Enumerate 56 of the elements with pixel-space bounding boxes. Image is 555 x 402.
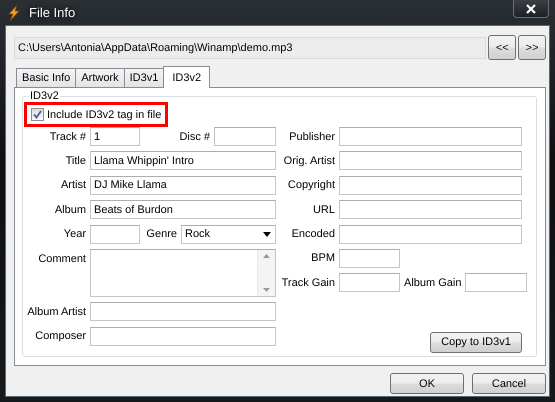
field-label: BPM (310, 252, 335, 264)
window-title: File Info (29, 5, 76, 20)
text-field[interactable] (339, 127, 522, 146)
field-label: Track Gain (281, 276, 335, 289)
checkbox[interactable] (31, 108, 44, 121)
close-icon[interactable] (526, 4, 536, 14)
scroll-up-icon[interactable] (263, 254, 270, 258)
field-label: Publisher (288, 130, 335, 142)
tab[interactable]: Artwork (75, 68, 125, 87)
dialog-button[interactable]: OK (390, 373, 464, 394)
tab[interactable]: ID3v2 (163, 66, 210, 88)
field-label: Orig. Artist (282, 154, 335, 167)
field-label: Comment (37, 252, 86, 265)
text-field[interactable]: Beats of Burdon (90, 200, 276, 220)
field-label: Composer (34, 330, 86, 342)
dropdown[interactable]: Rock (181, 224, 276, 244)
nav-button[interactable]: << (488, 35, 516, 60)
text-field[interactable] (339, 273, 400, 292)
field-label: Album Gain (404, 276, 462, 289)
text-field[interactable] (339, 200, 522, 220)
text-field[interactable]: 1 (90, 127, 140, 146)
tab[interactable]: ID3v1 (124, 68, 164, 87)
copy-button[interactable]: Copy to ID3v1 (430, 332, 522, 353)
text-field[interactable] (339, 248, 400, 268)
field-label: Album (54, 204, 86, 216)
text-field[interactable] (465, 273, 528, 292)
field-label: Year (62, 228, 86, 240)
field-label: Encoded (290, 228, 335, 240)
tab[interactable]: Basic Info (16, 68, 76, 87)
nav-button[interactable]: >> (518, 35, 546, 60)
text-field[interactable] (339, 224, 522, 244)
text-field[interactable] (90, 224, 140, 244)
close-button[interactable] (513, 0, 549, 18)
field-label: Album Artist (26, 306, 86, 318)
text-field[interactable]: DJ Mike Llama (90, 176, 276, 195)
dialog-button[interactable]: Cancel (472, 373, 546, 394)
text-field[interactable]: Llama Whippin' Intro (90, 151, 276, 170)
field-label: Track # (48, 130, 86, 142)
text-field[interactable] (90, 326, 276, 346)
group-title: ID3v2 (29, 91, 60, 102)
field-label: Title (64, 154, 86, 167)
lightning-icon (6, 5, 22, 21)
field-label: Artist (60, 179, 86, 192)
dropdown-arrow-icon (263, 232, 271, 237)
scroll-down-icon[interactable] (263, 288, 270, 292)
file-path-field[interactable]: C:\Users\Antonia\AppData\Roaming\Winamp\demo.mp3 (14, 36, 486, 58)
text-field[interactable] (339, 151, 522, 170)
text-field[interactable] (90, 302, 276, 322)
text-area[interactable] (90, 248, 276, 297)
field-label: Copyright (286, 179, 335, 192)
checkbox-label: Include ID3v2 tag in file (47, 108, 162, 120)
field-label: URL (312, 204, 335, 216)
field-label: Disc # (179, 130, 210, 142)
field-label: Genre (146, 228, 177, 240)
text-field[interactable] (214, 127, 276, 146)
text-field[interactable] (339, 176, 522, 195)
